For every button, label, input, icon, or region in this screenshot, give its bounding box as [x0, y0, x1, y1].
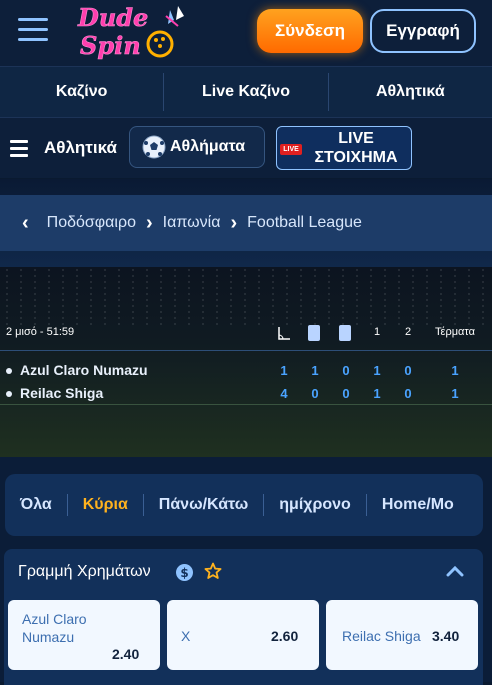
chevron-up-icon[interactable]	[446, 564, 464, 578]
stadium-crowd	[0, 267, 492, 327]
home-red: 0	[342, 363, 350, 378]
tab-over-under[interactable]: Πάνω/Κάτω	[144, 496, 263, 514]
away-first-half: 1	[373, 386, 381, 401]
odds-label: Azul Claro Numazu	[22, 611, 87, 645]
chevron-right-icon: ›	[230, 211, 238, 234]
register-button[interactable]: Εγγραφή	[370, 9, 476, 53]
away-goals: 1	[451, 386, 459, 401]
odds-value: 2.40	[112, 646, 140, 662]
top-bar: Dude Spin Σύνδεση Εγγραφή	[0, 0, 492, 67]
tab-main[interactable]: Κύρια	[68, 496, 143, 514]
odds-value: 2.60	[271, 628, 299, 644]
breadcrumb: ‹ Ποδόσφαιρο › Ιαπωνία › Football League	[0, 195, 492, 251]
sports-button-label: Αθλήματα	[170, 138, 246, 155]
nav-live-casino[interactable]: Live Καζίνο	[164, 67, 327, 117]
sports-menu-icon[interactable]	[10, 140, 28, 157]
market-title: Γραμμή Χρημάτων	[18, 563, 151, 580]
svg-text:Spin: Spin	[80, 31, 141, 60]
breadcrumb-item-league[interactable]: Football League	[247, 214, 362, 232]
yellow-card-icon	[308, 325, 320, 341]
column-goals: Τέρματα	[435, 326, 475, 338]
breadcrumb-item-soccer[interactable]: Ποδόσφαιρο	[47, 214, 136, 232]
column-first-half: 1	[373, 326, 381, 338]
away-corners: 4	[280, 386, 288, 401]
red-card-icon	[339, 325, 351, 341]
tab-half-time[interactable]: ημίχρονο	[264, 496, 366, 514]
live-badge: LIVE	[280, 144, 302, 155]
field-line	[0, 404, 492, 405]
dollar-info-icon[interactable]: $	[176, 564, 193, 581]
team-home: Azul Claro Numazu	[6, 362, 148, 378]
home-first-half: 1	[373, 363, 381, 378]
odds-button-home[interactable]: Azul Claro Numazu 2.40	[8, 600, 160, 670]
away-second-half: 0	[404, 386, 412, 401]
breadcrumb-item-japan[interactable]: Ιαπωνία	[163, 214, 221, 232]
odds-button-away[interactable]: Reilac Shiga 3.40	[326, 600, 478, 670]
market-tabs: Όλα Κύρια Πάνω/Κάτω ημίχρονο Home/Mo	[5, 474, 483, 536]
login-button[interactable]: Σύνδεση	[257, 9, 363, 53]
home-corners: 1	[280, 363, 288, 378]
back-chevron-icon[interactable]: ‹	[22, 212, 29, 235]
tab-all[interactable]: Όλα	[5, 496, 67, 514]
odds-value: 3.40	[432, 628, 460, 644]
star-favorite-icon[interactable]	[204, 562, 222, 580]
chevron-right-icon: ›	[145, 211, 153, 234]
sports-button[interactable]: Αθλήματα	[129, 126, 265, 168]
away-red: 0	[342, 386, 350, 401]
away-yellow: 0	[311, 386, 319, 401]
tab-home-more[interactable]: Home/Mo	[367, 496, 469, 514]
home-yellow: 1	[311, 363, 319, 378]
home-goals: 1	[451, 363, 459, 378]
sports-title: Αθλητικά	[44, 138, 117, 157]
odds-label: X	[181, 628, 191, 644]
home-second-half: 0	[404, 363, 412, 378]
live-betting-label: LIVE ΣΤΟΙΧΗΜΑ	[314, 130, 398, 166]
main-nav: Καζίνο Live Καζίνο Αθλητικά	[0, 67, 492, 118]
column-second-half: 2	[404, 326, 412, 338]
hamburger-menu-icon[interactable]	[18, 18, 48, 42]
team-away: Reilac Shiga	[6, 385, 103, 401]
odds-button-draw[interactable]: X 2.60	[167, 600, 319, 670]
nav-casino[interactable]: Καζίνο	[0, 67, 163, 117]
nav-sports[interactable]: Αθλητικά	[329, 67, 492, 117]
svg-text:Dude: Dude	[77, 3, 148, 32]
sports-sub-nav: Αθλητικά Αθλήματα	[0, 118, 492, 178]
svg-text:$: $	[180, 566, 188, 580]
scoreboard-divider	[0, 350, 492, 351]
match-period: 2 μισό - 51:59	[6, 326, 75, 338]
corner-flag-icon	[278, 327, 290, 340]
live-betting-button[interactable]: LIVE LIVE ΣΤΟΙΧΗΜΑ	[276, 126, 412, 170]
soccer-ball-icon	[142, 135, 166, 159]
dudespin-logo[interactable]: Dude Spin	[74, 2, 198, 64]
odds-label: Reilac Shiga	[342, 628, 421, 644]
